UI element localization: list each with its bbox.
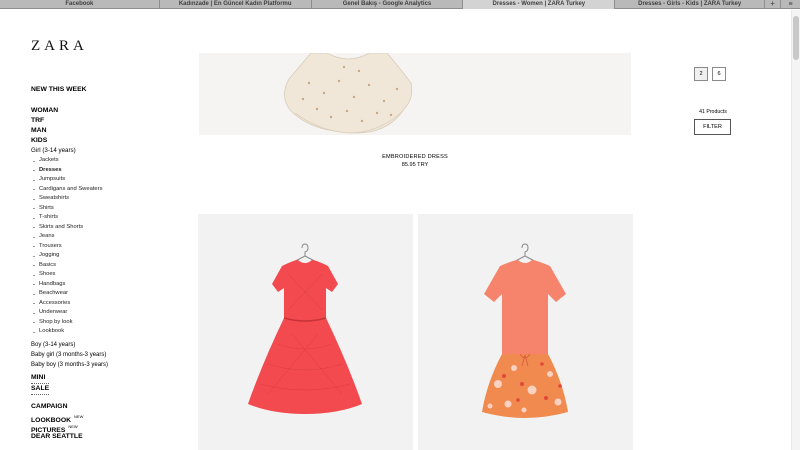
browser-tab[interactable]: Kadınzade | En Güncel Kadın Platformu	[160, 0, 312, 9]
nav-girl-item[interactable]: Beachwear	[31, 289, 171, 299]
browser-tab-active[interactable]: Dresses - Women | ZARA Turkey	[463, 0, 616, 9]
nav-girl-item[interactable]: Cardigans and Sweaters	[31, 185, 171, 195]
new-tab-button[interactable]: +	[765, 0, 782, 9]
product-card[interactable]	[418, 214, 633, 450]
nav-girl-item[interactable]: Shirts	[31, 204, 171, 214]
nav-girl-item[interactable]: Shoes	[31, 270, 171, 280]
nav-sale[interactable]: SALE	[31, 382, 171, 395]
nav-pictures[interactable]: PICTURESNEW	[31, 422, 171, 434]
nav-girl-item[interactable]: Basics	[31, 261, 171, 271]
nav-girl-item[interactable]: Underwear	[31, 308, 171, 318]
nav-girl-item[interactable]: T-shirts	[31, 213, 171, 223]
nav-girl-item[interactable]: Jeans	[31, 232, 171, 242]
nav-trf[interactable]: TRF	[31, 116, 171, 126]
floral-dress-image	[482, 243, 568, 418]
nav-girl-item[interactable]: Skirts and Shorts	[31, 223, 171, 233]
new-badge: NEW	[74, 413, 84, 419]
page-button[interactable]: 2	[694, 67, 708, 81]
lace-dress-image	[248, 243, 362, 414]
embroidered-dress-image	[284, 53, 413, 134]
nav-girl-item-active[interactable]: Dresses	[31, 166, 171, 176]
nav-woman[interactable]: WOMAN	[31, 106, 171, 116]
nav-girl-item[interactable]: Jumpsuits	[31, 175, 171, 185]
scrollbar-thumb[interactable]	[793, 16, 799, 60]
nav-girl-item[interactable]: Lookbook	[31, 327, 171, 337]
product-name[interactable]: EMBROIDERED DRESS	[199, 154, 631, 160]
nav-girl-item[interactable]: Accessories	[31, 299, 171, 309]
nav-girl-item[interactable]: Jackets	[31, 156, 171, 166]
nav-girl-item[interactable]: Sweatshirts	[31, 194, 171, 204]
nav-lookbook[interactable]: LOOKBOOKNEW	[31, 412, 171, 424]
page-scrollbar[interactable]	[791, 10, 800, 450]
left-navigation: NEW THIS WEEK WOMAN TRF MAN KIDS Girl (3…	[31, 86, 171, 442]
nav-girl-item[interactable]: Trousers	[31, 242, 171, 252]
product-count: 41 Products	[699, 109, 727, 115]
page-button[interactable]: 6	[712, 67, 726, 81]
nav-baby-boy[interactable]: Baby boy (3 months-3 years)	[31, 360, 171, 370]
nav-man[interactable]: MAN	[31, 126, 171, 136]
featured-product-image[interactable]	[199, 53, 631, 135]
nav-new-this-week[interactable]: NEW THIS WEEK	[31, 86, 171, 93]
product-price: 85.95 TRY	[401, 162, 429, 168]
new-badge: NEW	[68, 423, 78, 429]
nav-campaign[interactable]: CAMPAIGN	[31, 402, 171, 412]
pagination: 2 6	[694, 67, 726, 81]
nav-baby-girl[interactable]: Baby girl (3 months-3 years)	[31, 350, 171, 360]
filter-button[interactable]: FILTER	[694, 119, 731, 135]
nav-kids[interactable]: KIDS	[31, 136, 171, 146]
nav-girl-item[interactable]: Jogging	[31, 251, 171, 261]
browser-tab[interactable]: Genel Bakış - Google Analytics	[312, 0, 464, 9]
browser-tab[interactable]: Dresses - Girls - Kids | ZARA Turkey	[615, 0, 766, 9]
nav-boy[interactable]: Boy (3-14 years)	[31, 340, 171, 350]
tab-menu-icon[interactable]: ≡	[781, 0, 800, 9]
browser-tab[interactable]: Facebook	[0, 0, 160, 9]
product-card[interactable]	[198, 214, 413, 450]
nav-girl-item[interactable]: Handbags	[31, 280, 171, 290]
nav-girl-item[interactable]: Shop by look	[31, 318, 171, 328]
nav-girl[interactable]: Girl (3-14 years)	[31, 146, 171, 156]
nav-mini[interactable]: MINI	[31, 373, 171, 383]
nav-dear-seattle[interactable]: DEAR SEATTLE	[31, 432, 171, 442]
browser-tab-bar: Facebook Kadınzade | En Güncel Kadın Pla…	[0, 0, 800, 9]
zara-logo[interactable]: ZARA	[31, 38, 88, 55]
